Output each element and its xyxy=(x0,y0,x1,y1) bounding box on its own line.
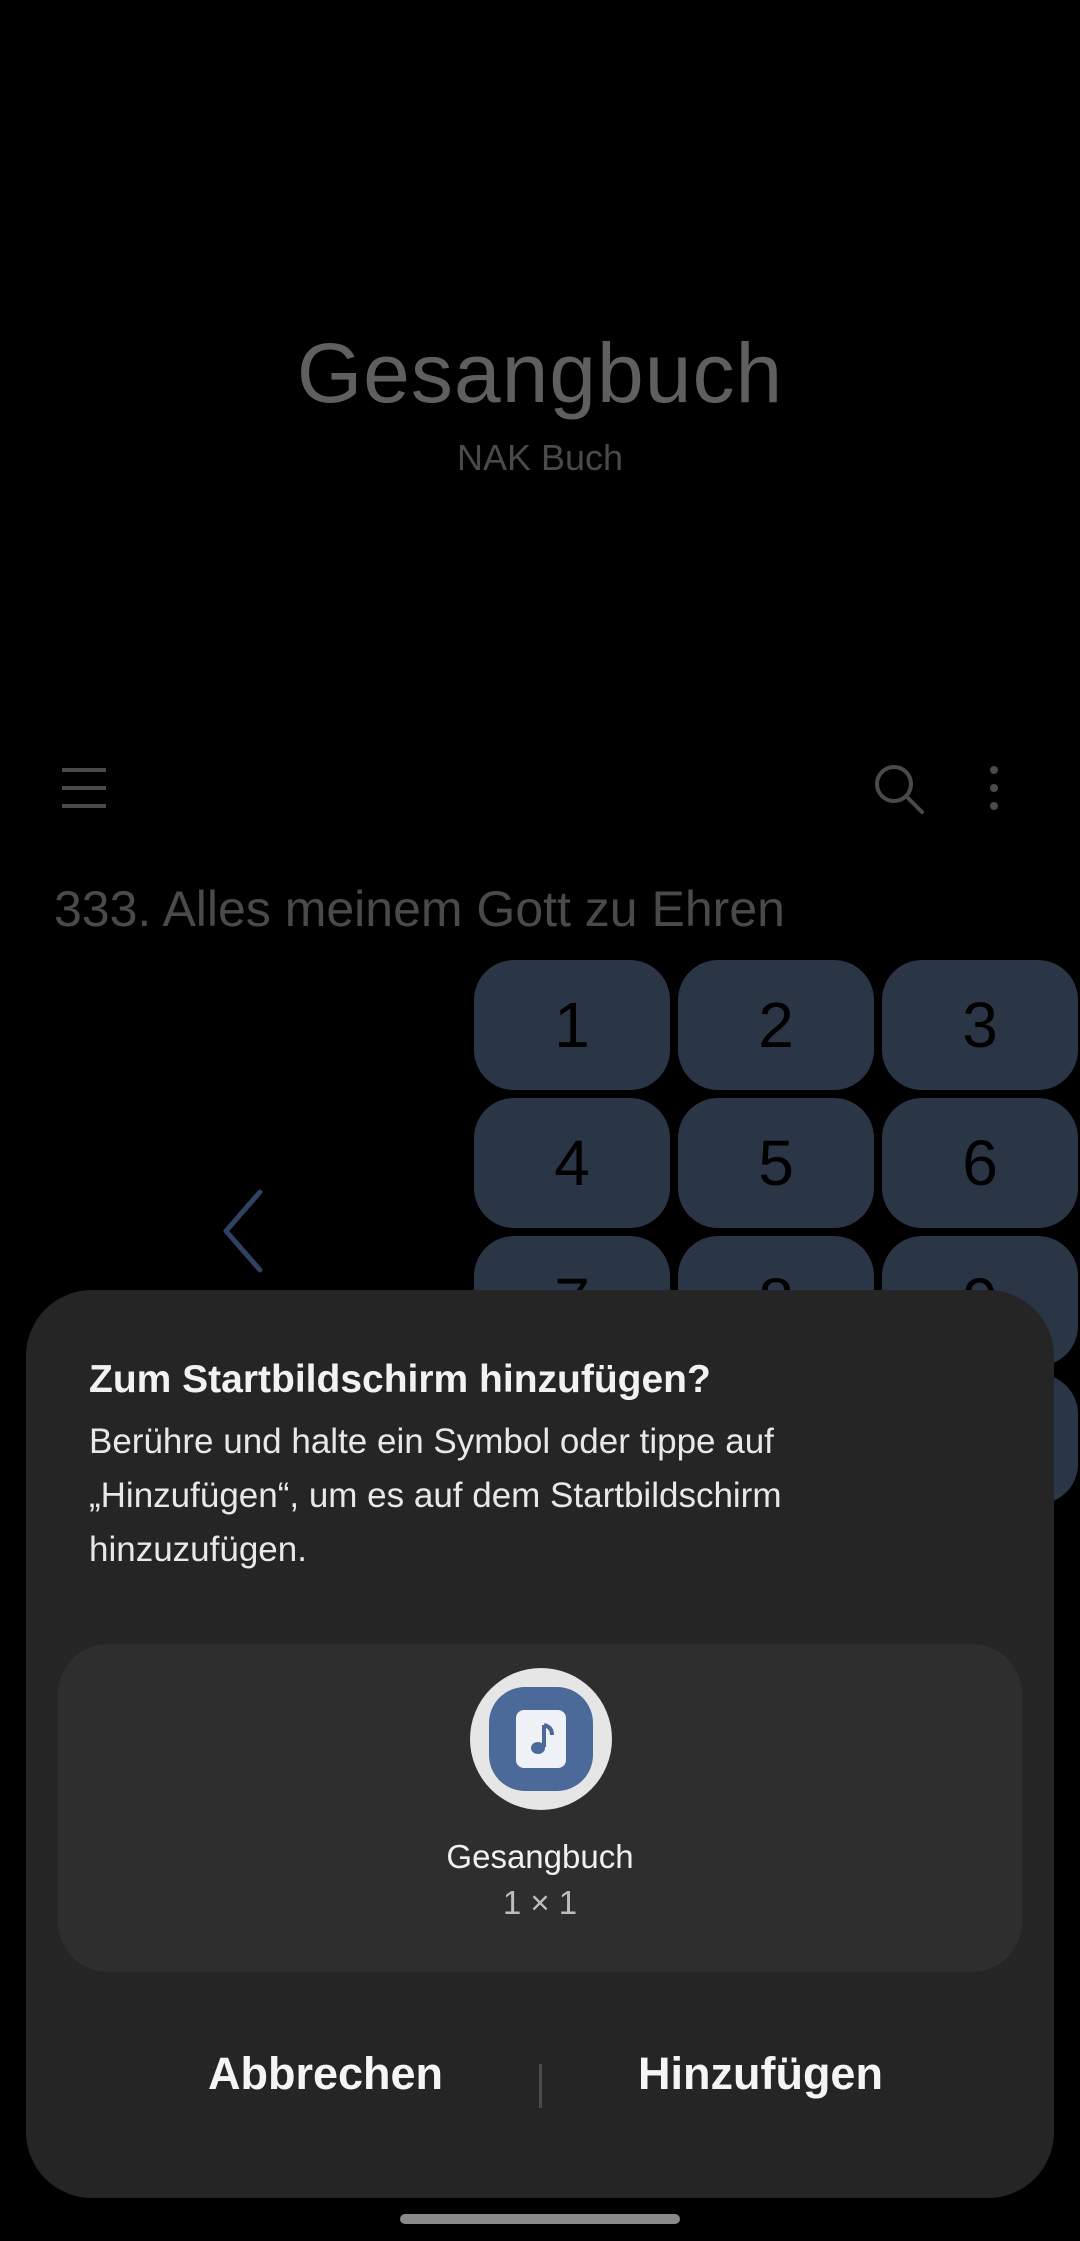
song-title: 333. Alles meinem Gott zu Ehren xyxy=(54,881,785,937)
key-3[interactable]: 3 xyxy=(882,960,1078,1090)
dialog-message: Berühre und halte ein Symbol oder tippe … xyxy=(89,1422,782,1569)
key-6[interactable]: 6 xyxy=(882,1098,1078,1228)
widget-name: Gesangbuch xyxy=(446,1838,634,1875)
button-divider xyxy=(539,2064,542,2108)
widget-preview-card[interactable]: Gesangbuch 1 × 1 xyxy=(58,1644,1022,1972)
chevron-left-icon[interactable] xyxy=(218,1186,268,1276)
dialog-title: Zum Startbildschirm hinzufügen? xyxy=(89,1358,711,1401)
home-indicator[interactable] xyxy=(400,2214,680,2224)
add-button[interactable]: Hinzufügen xyxy=(638,2048,883,2100)
add-to-home-dialog: Zum Startbildschirm hinzufügen? Berühre … xyxy=(26,1290,1054,2198)
key-2[interactable]: 2 xyxy=(678,960,874,1090)
app-title: Gesangbuch xyxy=(296,326,784,420)
key-5[interactable]: 5 xyxy=(678,1098,874,1228)
music-note-icon xyxy=(470,1668,612,1810)
app-subtitle: NAK Buch xyxy=(456,437,624,478)
key-1[interactable]: 1 xyxy=(474,960,670,1090)
search-icon[interactable] xyxy=(872,762,926,816)
cancel-button[interactable]: Abbrechen xyxy=(208,2048,443,2100)
menu-icon[interactable] xyxy=(62,768,106,808)
more-vert-icon[interactable] xyxy=(986,766,1002,816)
key-4[interactable]: 4 xyxy=(474,1098,670,1228)
widget-size: 1 × 1 xyxy=(502,1884,578,1921)
